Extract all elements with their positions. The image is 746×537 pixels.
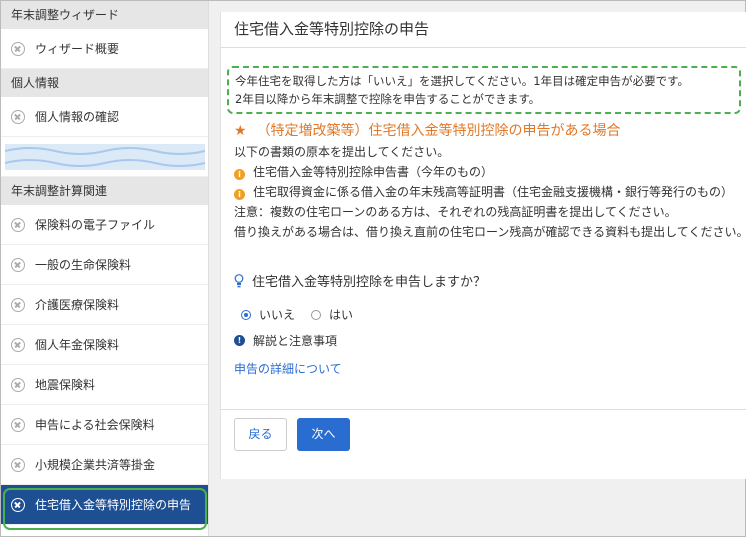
sidebar-item-pension-insurance[interactable]: 個人年金保険料 — [1, 325, 208, 365]
notice-box: 今年住宅を取得した方は「いいえ」を選択してください。1年目は確定申告が必要です。… — [227, 66, 741, 114]
sidebar-item-label: 個人情報の確認 — [35, 110, 120, 124]
hints-toggle[interactable]: ! 解説と注意事項 — [234, 332, 337, 349]
exclamation-icon: ! — [234, 335, 245, 346]
section-heading: ★ （特定増改築等）住宅借入金等特別控除の申告がある場合 — [234, 120, 746, 142]
question-text: 住宅借入金等特別控除を申告しますか？ — [252, 275, 487, 290]
sidebar-item-label: 一般の生命保険料 — [35, 258, 132, 272]
sidebar-item-medical-insurance[interactable]: 介護医療保険料 — [1, 285, 208, 325]
document-item-text: 住宅取得資金に係る借入金の年末残高等証明書（住宅金融支援機構・銀行等発行のもの） — [253, 185, 734, 199]
info-icon: i — [234, 169, 245, 180]
radio-button-checked[interactable] — [241, 309, 251, 320]
sidebar-item-housing-loan-deduction[interactable]: 住宅借入金等特別控除の申告 — [1, 485, 208, 525]
main-panel: 住宅借入金等特別控除の申告 今年住宅を取得した方は「いいえ」を選択してください。… — [220, 12, 746, 479]
sidebar-item-label: 介護医療保険料 — [35, 298, 120, 312]
remove-circle-icon — [11, 497, 25, 512]
divider — [221, 409, 746, 410]
sidebar-item-label: 申告による社会保険料 — [35, 418, 155, 432]
instruction-line: 以下の書類の原本を提出してください。 — [234, 145, 450, 159]
sidebar-item-label: ウィザード概要 — [35, 42, 120, 56]
refinance-line: 借り換えがある場合は、借り換え直前の住宅ローン残高が確認できる資料も提出してくだ… — [234, 225, 746, 239]
sidebar-item-label: 個人年金保険料 — [35, 338, 120, 352]
back-button[interactable]: 戻る — [234, 418, 287, 451]
radio-yes[interactable]: はい — [311, 306, 353, 323]
remove-circle-icon — [11, 297, 25, 312]
remove-circle-icon — [11, 377, 25, 392]
sidebar-section-calc: 年末調整計算関連 — [1, 177, 208, 205]
radio-label: いいえ — [259, 308, 296, 322]
answer-radio-group: いいえ はい — [241, 306, 369, 323]
remove-circle-icon — [11, 109, 25, 124]
sidebar-item-life-insurance[interactable]: 一般の生命保険料 — [1, 245, 208, 285]
page-title: 住宅借入金等特別控除の申告 — [221, 12, 746, 48]
notice-line: 今年住宅を取得した方は「いいえ」を選択してください。1年目は確定申告が必要です。 — [235, 74, 689, 88]
radio-no[interactable]: いいえ — [241, 306, 295, 323]
sidebar-section-personal: 個人情報 — [1, 69, 208, 97]
sidebar-section-wizard: 年末調整ウィザード — [1, 1, 208, 29]
redaction-scribble — [5, 144, 205, 170]
sidebar-item-label: 小規模企業共済等掛金 — [35, 458, 156, 472]
radio-label: はい — [329, 308, 354, 322]
sidebar-item-label: 住宅借入金等特別控除の申告 — [35, 498, 192, 512]
sidebar-item-label: 地震保険料 — [35, 378, 96, 392]
question: 住宅借入金等特別控除を申告しますか？ — [234, 271, 486, 290]
remove-circle-icon — [11, 457, 25, 472]
remove-circle-icon — [11, 217, 25, 232]
next-button[interactable]: 次へ — [297, 418, 350, 451]
document-item-text: 住宅借入金等特別控除申告書（今年のもの） — [253, 165, 494, 179]
documents-section: ★ （特定増改築等）住宅借入金等特別控除の申告がある場合 以下の書類の原本を提出し… — [234, 120, 746, 242]
sidebar-item-small-business-mutual-aid[interactable]: 小規模企業共済等掛金 — [1, 445, 208, 485]
sidebar-item-wizard-overview[interactable]: ウィザード概要 — [1, 29, 208, 69]
details-link[interactable]: 申告の詳細について — [234, 360, 342, 377]
document-item: i 住宅取得資金に係る借入金の年末残高等証明書（住宅金融支援機構・銀行等発行のもの… — [234, 182, 746, 202]
sidebar-item-label: 保険料の電子ファイル — [35, 218, 156, 232]
notice-line: 2年目以降から年末調整で控除を申告することができます。 — [235, 92, 541, 106]
remove-circle-icon — [11, 337, 25, 352]
caution-line: 注意：複数の住宅ローンのある方は、それぞれの残高証明書を提出してください。 — [234, 205, 677, 219]
lightbulb-icon — [234, 274, 244, 288]
sidebar-item-insurance-file[interactable]: 保険料の電子ファイル — [1, 205, 208, 245]
sidebar-item-earthquake-insurance[interactable]: 地震保険料 — [1, 365, 208, 405]
radio-button[interactable] — [311, 309, 322, 320]
sidebar-item-personal-info[interactable]: 個人情報の確認 — [1, 97, 208, 137]
star-icon: ★ — [234, 123, 247, 139]
hints-label: 解説と注意事項 — [253, 334, 338, 348]
remove-circle-icon — [11, 257, 25, 272]
info-icon: i — [234, 189, 245, 200]
remove-circle-icon — [11, 417, 25, 432]
section-heading-text: （特定増改築等）住宅借入金等特別控除の申告がある場合 — [256, 123, 621, 139]
sidebar: 年末調整ウィザード ウィザード概要 個人情報 個人情報の確認 年末調整計算関連 … — [1, 1, 209, 536]
sidebar-item-social-insurance[interactable]: 申告による社会保険料 — [1, 405, 208, 445]
redacted-area — [1, 137, 208, 177]
remove-circle-icon — [11, 41, 25, 56]
document-item: i 住宅借入金等特別控除申告書（今年のもの） — [234, 162, 746, 182]
